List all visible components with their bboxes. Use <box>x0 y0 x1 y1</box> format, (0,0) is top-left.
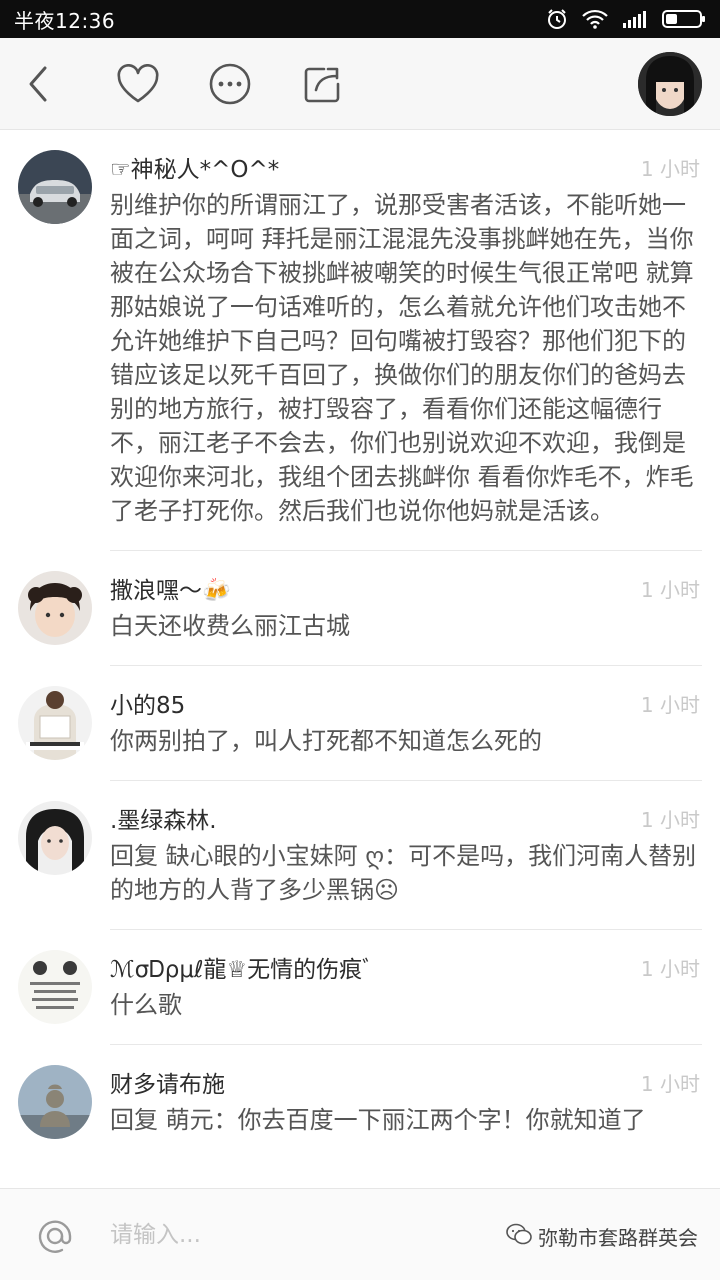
top-toolbar <box>0 38 720 130</box>
share-button[interactable] <box>298 60 346 108</box>
comment-body: ☞神秘人*^O^* 1 小时 别维护你的所谓丽江了，说那受害者活该，不能听她一面… <box>110 150 702 551</box>
comment-item[interactable]: ☞神秘人*^O^* 1 小时 别维护你的所谓丽江了，说那受害者活该，不能听她一面… <box>0 130 720 551</box>
watermark: 弥勒市套路群英会 <box>506 1222 698 1251</box>
commenter-avatar[interactable] <box>18 571 92 645</box>
wifi-icon <box>582 9 608 29</box>
comment-list[interactable]: ☞神秘人*^O^* 1 小时 别维护你的所谓丽江了，说那受害者活该，不能听她一面… <box>0 130 720 1188</box>
commenter-name[interactable]: ℳσᎠρμℓ龍♕无情的伤痕ﾞ <box>110 950 374 984</box>
signal-icon <box>622 9 648 29</box>
comment-text: 回复 缺心眼的小宝妹阿 ღ：可不是吗，我们河南人替别的地方的人背了多少黑锅☹ <box>110 842 697 904</box>
comment-body: 撒浪嘿～🍻 1 小时 白天还收费么丽江古城 <box>110 571 702 666</box>
more-dots-icon <box>208 62 252 106</box>
comment-item[interactable]: .墨绿森林. 1 小时 回复 缺心眼的小宝妹阿 ღ：可不是吗，我们河南人替别的地… <box>0 781 720 930</box>
chevron-left-icon <box>23 64 53 104</box>
status-time: 半夜12:36 <box>14 8 116 33</box>
comment-text: 别维护你的所谓丽江了，说那受害者活该，不能听她一面之词，呵呵 拜托是丽江混混先没… <box>110 191 694 525</box>
comment-body: ℳσᎠρμℓ龍♕无情的伤痕ﾞ 1 小时 什么歌 <box>110 950 702 1045</box>
comment-text: 回复 萌元：你去百度一下丽江两个字！你就知道了 <box>110 1106 646 1134</box>
status-icons <box>546 8 706 30</box>
heart-icon <box>116 64 160 104</box>
status-bar: 半夜12:36 <box>0 0 720 38</box>
commenter-name[interactable]: 撒浪嘿～🍻 <box>110 571 231 605</box>
back-button[interactable] <box>14 60 62 108</box>
comment-time: 1 小时 <box>640 692 700 717</box>
commenter-avatar[interactable] <box>18 1065 92 1139</box>
like-button[interactable] <box>114 60 162 108</box>
commenter-name[interactable]: ☞神秘人*^O^* <box>110 150 279 184</box>
comment-item[interactable]: 小的85 1 小时 你两别拍了，叫人打死都不知道怎么死的 <box>0 666 720 781</box>
comment-input-bar: 弥勒市套路群英会 <box>0 1188 720 1280</box>
comment-body: 小的85 1 小时 你两别拍了，叫人打死都不知道怎么死的 <box>110 686 702 781</box>
comment-time: 1 小时 <box>640 807 700 832</box>
user-avatar[interactable] <box>638 52 702 116</box>
commenter-name[interactable]: .墨绿森林. <box>110 801 217 835</box>
commenter-avatar[interactable] <box>18 950 92 1024</box>
comment-time: 1 小时 <box>640 1071 700 1096</box>
comment-text: 白天还收费么丽江古城 <box>110 612 350 640</box>
comment-text: 你两别拍了，叫人打死都不知道怎么死的 <box>110 727 542 755</box>
comment-body: .墨绿森林. 1 小时 回复 缺心眼的小宝妹阿 ღ：可不是吗，我们河南人替别的地… <box>110 801 702 930</box>
comment-item[interactable]: ℳσᎠρμℓ龍♕无情的伤痕ﾞ 1 小时 什么歌 <box>0 930 720 1045</box>
comment-item[interactable]: 财多请布施 1 小时 回复 萌元：你去百度一下丽江两个字！你就知道了 <box>0 1045 720 1159</box>
comment-time: 1 小时 <box>640 956 700 981</box>
commenter-name[interactable]: 小的85 <box>110 686 185 720</box>
commenter-avatar[interactable] <box>18 686 92 760</box>
battery-icon <box>662 9 706 29</box>
wechat-icon <box>506 1223 532 1250</box>
comment-time: 1 小时 <box>640 577 700 602</box>
share-icon <box>302 64 342 104</box>
commenter-avatar[interactable] <box>18 150 92 224</box>
commenter-name[interactable]: 财多请布施 <box>110 1065 225 1099</box>
comment-item[interactable]: 撒浪嘿～🍻 1 小时 白天还收费么丽江古城 <box>0 551 720 666</box>
watermark-text: 弥勒市套路群英会 <box>538 1226 698 1250</box>
commenter-avatar[interactable] <box>18 801 92 875</box>
comment-time: 1 小时 <box>640 156 700 181</box>
comment-body: 财多请布施 1 小时 回复 萌元：你去百度一下丽江两个字！你就知道了 <box>110 1065 702 1159</box>
comment-text: 什么歌 <box>110 991 182 1019</box>
comment-input[interactable] <box>110 1217 490 1253</box>
more-button[interactable] <box>206 60 254 108</box>
alarm-icon <box>546 8 568 30</box>
mention-icon[interactable] <box>36 1217 74 1255</box>
